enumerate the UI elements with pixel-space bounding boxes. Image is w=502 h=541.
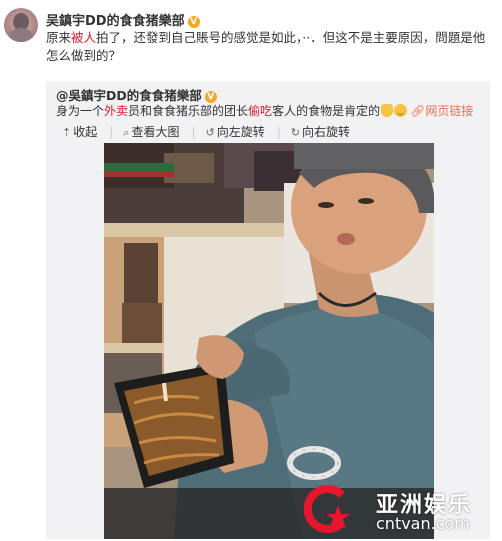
quoted-text: 身为一个外卖员和食食猪乐部的团长偷吃客人的食物是肯定的 🔗︎网页链接 [56, 102, 473, 119]
quoted-author-name[interactable]: @吳鎮宇DD的食食猪樂部 [56, 88, 202, 103]
view-large-button[interactable]: ⌕ 查看大图 [123, 125, 179, 139]
collapse-label[interactable]: 收起 [73, 125, 97, 139]
author-avatar[interactable] [4, 8, 38, 42]
magnifier-icon: ⌕ [123, 126, 130, 139]
post-author[interactable]: 吴鎮宇DD的食食猪樂部 V [46, 10, 200, 29]
view-large-label[interactable]: 查看大图 [131, 125, 179, 139]
smile-emoji-icon [394, 104, 408, 117]
post-author-name[interactable]: 吴鎮宇DD的食食猪樂部 [46, 14, 185, 29]
post-text-part1: 原来 [46, 30, 72, 45]
rotate-left-icon: ↺ [205, 126, 215, 139]
post-text-part2: 拍了，还發到自己賬号的感觉是如此，··．但这不是主要原因，問題是他怎么做到的？ [46, 30, 486, 63]
watermark: 亚洲娱乐 cntvan.com [302, 481, 502, 539]
image-actions: ⇡ 收起 | ⌕ 查看大图 | ↺ 向左旋转 | ↻ 向右旋转 [62, 123, 362, 140]
rotate-left-label[interactable]: 向左旋转 [217, 125, 265, 139]
link-icon: 🔗︎ [410, 104, 426, 118]
collapse-icon: ⇡ [62, 126, 72, 139]
photo-illustration [104, 143, 434, 539]
quoted-text-part3: 客人的食物是肯定的 [272, 104, 381, 118]
rotate-left-button[interactable]: ↺ 向左旋转 [206, 125, 265, 139]
quoted-text-part1: 身为一个 [56, 104, 105, 118]
verified-badge-icon: V [187, 16, 200, 28]
quoted-post: @吳鎮宇DD的食食猪樂部 V 身为一个外卖员和食食猪乐部的团长偷吃客人的食物是肯定… [46, 81, 490, 539]
divider: | [109, 125, 114, 139]
collapse-button[interactable]: ⇡ 收起 [62, 125, 97, 139]
rotate-right-label[interactable]: 向右旋转 [302, 125, 350, 139]
thumbs-up-emoji-icon [381, 104, 394, 117]
divider: | [191, 125, 196, 139]
watermark-logo-icon [303, 485, 350, 533]
web-link[interactable]: 🔗︎网页链接 [410, 104, 473, 118]
watermark-url: cntvan.com [376, 514, 470, 533]
avatar-body [9, 28, 33, 42]
divider: | [276, 125, 281, 139]
post-photo[interactable] [104, 143, 434, 539]
post-text-highlight: 被人 [71, 30, 97, 45]
rotate-right-icon: ↻ [290, 126, 301, 139]
quoted-text-part2: 员和食食猪乐部的团长 [128, 104, 249, 118]
post-text: 原来被人拍了，还發到自己賬号的感觉是如此，··．但这不是主要原因，問題是他怎么做… [46, 29, 486, 65]
rotate-right-button[interactable]: ↻ 向右旋转 [291, 125, 350, 139]
quoted-text-highlight-2: 偷吃 [248, 104, 273, 118]
web-link-label[interactable]: 网页链接 [425, 104, 473, 118]
quoted-text-highlight-1: 外卖 [104, 104, 129, 118]
